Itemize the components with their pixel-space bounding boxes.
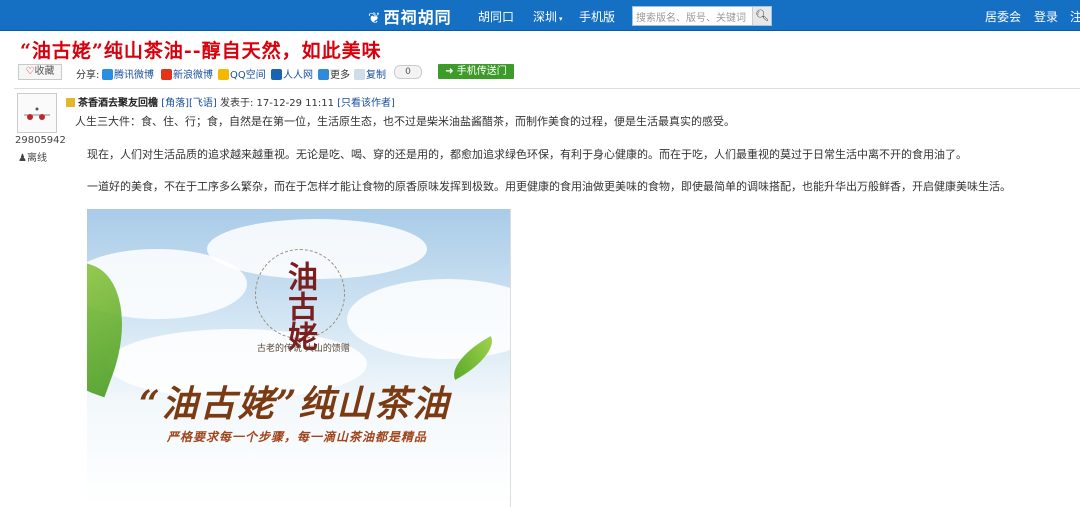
search-icon: 🔍︎ xyxy=(755,9,769,22)
user-status-label: 离线 xyxy=(26,153,47,164)
nav-city-label: 深圳 xyxy=(533,10,558,24)
nav-register[interactable]: 注 xyxy=(1070,8,1080,25)
nav-login[interactable]: 登录 xyxy=(1034,8,1058,25)
qzone-icon xyxy=(218,69,229,80)
search-input[interactable]: 搜索版名、版号、关键词 xyxy=(636,9,746,24)
logo-text: 西祠胡同 xyxy=(383,8,452,27)
search-box: 搜索版名、版号、关键词 🔍︎ xyxy=(632,6,772,26)
tag-feiyu[interactable]: [飞语] xyxy=(189,98,217,109)
share-renren[interactable]: 人人网 xyxy=(271,66,313,81)
avatar-image xyxy=(24,107,50,120)
share-tencent-weibo[interactable]: 腾讯微博 xyxy=(102,66,154,81)
phone-transfer-label: 手机传送门 xyxy=(456,66,507,77)
arrow-right-icon: ➜ xyxy=(445,66,454,77)
share-copy-label: 复制 xyxy=(366,70,386,81)
emblem-text: 油古姥 xyxy=(282,261,317,351)
share-sina-weibo[interactable]: 新浪微博 xyxy=(161,66,213,81)
brand-slogan: 严格要求每一个步骤，每一滴山茶油都是精品 xyxy=(167,430,428,444)
tag-corner[interactable]: [角落] xyxy=(161,98,189,109)
post-header: 茶香酒去聚友回檐 [角落][飞语] 发表于: 17-12-29 11:11 [只… xyxy=(66,94,395,109)
search-button[interactable]: 🔍︎ xyxy=(752,7,771,25)
share-copy[interactable]: 复制 xyxy=(354,66,386,81)
plus-icon xyxy=(318,69,329,80)
share-qzone[interactable]: QQ空间 xyxy=(218,66,266,81)
product-banner-image: 油古姥 古老的传说 大山的馈赠 “油古姥”纯山茶油 严格要求每一个步骤，每一滴山… xyxy=(87,209,511,507)
brand-tagline: 古老的传说 大山的馈赠 xyxy=(257,344,350,354)
brand-name: “油古姥”纯山茶油 xyxy=(139,383,451,425)
user-id: 29805942 xyxy=(15,135,66,146)
share-qzone-label: QQ空间 xyxy=(230,70,266,81)
avatar[interactable] xyxy=(17,93,57,133)
user-status: ♟离线 xyxy=(18,149,47,164)
paragraph-2: 现在，人们对生活品质的追求越来越重视。无论是吃、喝、穿的还是用的，都愈加追求绿色… xyxy=(87,148,967,161)
top-nav-bar: ❦ 西祠胡同 胡同口 深圳 ▾ 手机版 搜索版名、版号、关键词 🔍︎ 居委会 登录 … xyxy=(0,0,1080,31)
post-author[interactable]: 茶香酒去聚友回檐 xyxy=(78,98,158,109)
tencent-weibo-icon xyxy=(102,69,113,80)
paragraph-1: 人生三大件：食、住、行；食，自然是在第一位，生活原生态，也不过是柴米油盐酱醋茶，… xyxy=(75,115,735,128)
share-more[interactable]: 更多 xyxy=(318,66,350,81)
share-sina-label: 新浪微博 xyxy=(173,70,213,81)
phone-transfer-button[interactable]: ➜ 手机传送门 xyxy=(438,64,514,79)
renren-icon xyxy=(271,69,282,80)
nav-juweihui[interactable]: 居委会 xyxy=(985,8,1021,25)
post-icon xyxy=(66,98,75,107)
nav-hutongkou[interactable]: 胡同口 xyxy=(478,8,514,25)
logo-leaf-icon: ❦ xyxy=(368,9,382,27)
nav-city-dropdown[interactable]: 深圳 ▾ xyxy=(533,8,563,25)
share-count: 0 xyxy=(394,65,422,79)
article-title: “油古姥”纯山茶油--醇自天然，如此美味 xyxy=(20,40,382,62)
chevron-down-icon: ▾ xyxy=(559,15,563,23)
share-tencent-label: 腾讯微博 xyxy=(114,70,154,81)
only-author-link[interactable]: [只看该作者] xyxy=(337,98,395,109)
share-renren-label: 人人网 xyxy=(283,70,313,81)
copy-icon xyxy=(354,69,365,80)
share-more-label: 更多 xyxy=(330,70,350,81)
favorite-label: 收藏 xyxy=(34,66,55,77)
sina-weibo-icon xyxy=(161,69,172,80)
favorite-button[interactable]: ♡收藏 xyxy=(18,64,62,80)
user-icon: ♟ xyxy=(18,153,27,164)
nav-mobile[interactable]: 手机版 xyxy=(579,8,615,25)
post-time: 发表于: 17-12-29 11:11 xyxy=(220,98,334,109)
divider xyxy=(14,88,1080,89)
paragraph-3: 一道好的美食，不在于工序多么繁杂，而在于怎样才能让食物的原香原味发挥到极致。用更… xyxy=(87,180,1011,193)
site-logo[interactable]: ❦ 西祠胡同 xyxy=(368,4,452,28)
share-label: 分享: xyxy=(76,70,100,81)
